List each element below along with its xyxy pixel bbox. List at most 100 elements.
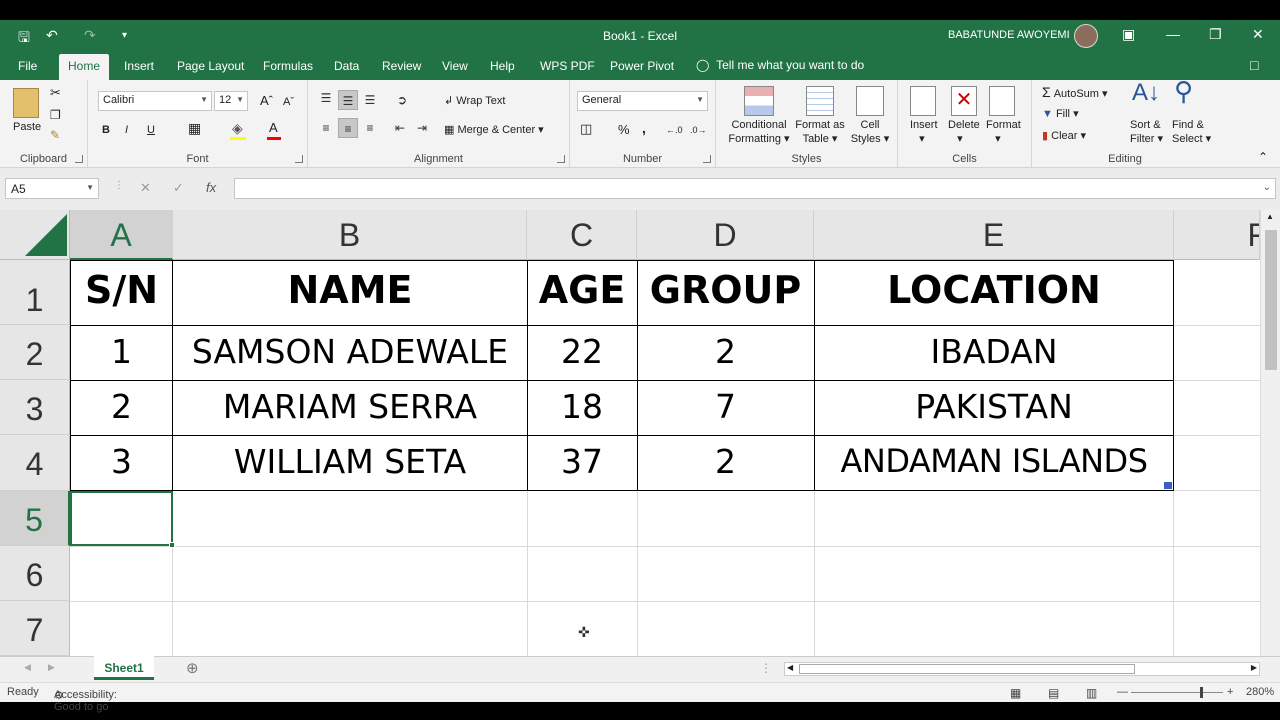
zoom-slider[interactable] (1131, 692, 1223, 693)
comma-button[interactable]: , (642, 121, 646, 135)
column-header-c[interactable]: C (527, 210, 637, 260)
table-cell[interactable]: 2 (637, 442, 814, 481)
row-header-2[interactable]: 2 (0, 325, 70, 380)
row-header-5[interactable]: 5 (0, 491, 70, 546)
next-sheet-icon[interactable]: ▶ (48, 662, 55, 673)
table-cell[interactable]: ANDAMAN ISLANDS (814, 442, 1174, 480)
formula-input[interactable]: ⌄ (234, 178, 1276, 199)
table-header-cell[interactable]: GROUP (637, 268, 814, 312)
tab-power-pivot[interactable]: Power Pivot (610, 59, 674, 73)
font-size-select[interactable]: 12 ▼ (214, 91, 248, 111)
number-launcher-icon[interactable] (703, 155, 711, 163)
format-cells-button[interactable]: Format ▾ (986, 118, 1021, 146)
table-cell[interactable]: 37 (527, 442, 637, 481)
column-header-e[interactable]: E (814, 210, 1174, 260)
table-header-cell[interactable]: S/N (70, 268, 173, 312)
page-break-view-icon[interactable]: ▥ (1086, 686, 1097, 700)
align-bottom-icon[interactable]: ☰ (360, 90, 380, 110)
cut-icon[interactable]: ✂ (50, 86, 61, 100)
cell-styles-button[interactable]: Cell Styles ▾ (848, 118, 892, 146)
restore-icon[interactable]: ❐ (1209, 26, 1222, 43)
close-icon[interactable]: ✕ (1252, 26, 1264, 43)
font-color-icon[interactable]: A (269, 121, 278, 135)
underline-button[interactable]: U (147, 123, 155, 137)
fill-color-icon[interactable]: ◈ (232, 121, 243, 135)
conditional-formatting-button[interactable]: Conditional Formatting ▾ (728, 118, 790, 146)
minimize-icon[interactable]: — (1166, 26, 1180, 42)
paste-icon[interactable] (13, 88, 39, 118)
sort-filter-button[interactable]: Sort & Filter ▾ (1130, 118, 1163, 146)
active-cell[interactable] (70, 491, 175, 548)
prev-sheet-icon[interactable]: ◀ (24, 662, 31, 673)
increase-indent-icon[interactable]: ⇥ (412, 118, 432, 138)
user-name[interactable]: BABATUNDE AWOYEMI (948, 29, 1070, 41)
currency-icon[interactable]: ◫ (580, 122, 592, 136)
fill-handle[interactable] (169, 542, 175, 548)
number-format-select[interactable]: General ▼ (577, 91, 708, 111)
row-header-7[interactable]: 7 (0, 601, 70, 656)
tab-file[interactable]: File (18, 59, 37, 73)
align-right-icon[interactable]: ≡ (360, 118, 380, 138)
bold-button[interactable]: B (102, 123, 110, 137)
table-header-cell[interactable]: LOCATION (814, 268, 1174, 312)
column-header-a[interactable]: A (70, 210, 173, 260)
increase-font-icon[interactable]: Aˆ (260, 94, 273, 108)
font-family-select[interactable]: Calibri ▼ (98, 91, 212, 111)
format-painter-icon[interactable]: ✎ (50, 128, 60, 142)
worksheet-grid[interactable]: A B C D E F 1 2 3 4 5 6 7 S/N NAME AGE G… (0, 210, 1280, 656)
copy-icon[interactable]: ❐ (50, 108, 61, 122)
scroll-left-icon[interactable]: ◀ (787, 663, 793, 672)
table-cell[interactable]: WILLIAM SETA (173, 442, 527, 481)
percent-button[interactable]: % (618, 123, 630, 137)
horizontal-scroll-thumb[interactable] (799, 664, 1135, 674)
vertical-scrollbar[interactable]: ▲ (1260, 210, 1280, 656)
decrease-decimal-icon[interactable]: .0→ (690, 123, 707, 137)
zoom-level[interactable]: 280% (1246, 686, 1274, 698)
table-cell[interactable]: 7 (637, 387, 814, 426)
alignment-launcher-icon[interactable] (557, 155, 565, 163)
borders-icon[interactable]: ▦ (188, 121, 201, 135)
clipboard-launcher-icon[interactable] (75, 155, 83, 163)
find-select-button[interactable]: Find & Select ▾ (1172, 118, 1211, 146)
orientation-icon[interactable]: ➲ (392, 90, 412, 110)
paste-button[interactable]: Paste (13, 120, 41, 134)
tab-insert[interactable]: Insert (124, 59, 154, 73)
tab-view[interactable]: View (442, 59, 468, 73)
horizontal-scrollbar[interactable]: ◀ ▶ (784, 662, 1260, 676)
collapse-ribbon-icon[interactable]: ⌃ (1258, 150, 1268, 164)
insert-function-button[interactable]: fx (206, 180, 216, 195)
table-cell[interactable]: 18 (527, 387, 637, 426)
align-middle-icon[interactable]: ☰ (338, 90, 358, 110)
column-header-b[interactable]: B (173, 210, 527, 260)
table-cell[interactable]: 3 (70, 442, 173, 481)
decrease-indent-icon[interactable]: ⇤ (390, 118, 410, 138)
table-cell[interactable]: PAKISTAN (814, 387, 1174, 426)
tab-page-layout[interactable]: Page Layout (177, 59, 244, 73)
tab-formulas[interactable]: Formulas (263, 59, 313, 73)
column-header-f[interactable]: F (1174, 210, 1260, 260)
table-header-cell[interactable]: AGE (527, 268, 637, 312)
tell-me-search[interactable]: ◯ Tell me what you want to do (696, 58, 864, 72)
fill-button[interactable]: ▼ Fill ▾ (1042, 107, 1079, 121)
row-header-1[interactable]: 1 (0, 260, 70, 325)
zoom-slider-thumb[interactable] (1200, 687, 1203, 698)
increase-decimal-icon[interactable]: ←.0 (666, 123, 683, 137)
align-top-icon[interactable]: ☰ (316, 88, 336, 108)
italic-button[interactable]: I (125, 123, 128, 137)
table-cell[interactable]: 2 (637, 332, 814, 371)
zoom-in-icon[interactable]: + (1227, 686, 1233, 698)
vertical-scroll-thumb[interactable] (1265, 230, 1277, 370)
tab-data[interactable]: Data (334, 59, 359, 73)
wrap-text-button[interactable]: ↲ Wrap Text (444, 94, 505, 108)
table-cell[interactable]: 2 (70, 387, 173, 426)
decrease-font-icon[interactable]: Aˇ (283, 95, 294, 109)
tab-review[interactable]: Review (382, 59, 421, 73)
font-launcher-icon[interactable] (295, 155, 303, 163)
align-left-icon[interactable]: ≡ (316, 118, 336, 138)
sheet-tab-sheet1[interactable]: Sheet1 (94, 656, 154, 680)
add-sheet-icon[interactable]: ⊕ (186, 659, 199, 677)
select-all-button[interactable] (0, 210, 70, 260)
tab-help[interactable]: Help (490, 59, 515, 73)
table-cell[interactable]: 22 (527, 332, 637, 371)
scroll-up-icon[interactable]: ▲ (1266, 212, 1274, 221)
